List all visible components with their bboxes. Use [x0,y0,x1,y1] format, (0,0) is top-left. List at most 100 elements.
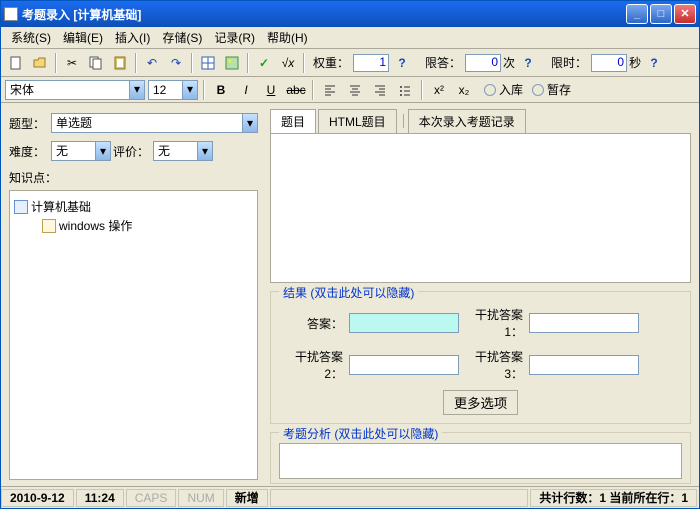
menu-insert[interactable]: 插入(I) [109,27,156,48]
analysis-editor[interactable] [279,443,682,479]
font-combo[interactable]: 宋体▾ [5,80,145,100]
help-answer-icon[interactable]: ? [517,52,539,74]
title-bar: 考题录入 [计算机基础] _ □ ✕ [1,1,699,27]
difficulty-value: 无 [52,142,68,160]
limit-time-label: 限时： [551,54,587,71]
weight-label: 权重： [313,54,349,71]
tree-child-label: windows 操作 [59,217,132,234]
separator [191,53,193,73]
type-label: 题型： [9,115,51,132]
separator [203,80,205,100]
separator [247,53,249,73]
separator [403,114,404,128]
italic-icon[interactable]: I [235,79,257,101]
limit-answer-unit: 次 [503,54,515,71]
help-weight-icon[interactable]: ? [391,52,413,74]
tree-root[interactable]: 计算机基础 [14,197,253,216]
separator [135,53,137,73]
rating-value: 无 [154,142,170,160]
help-time-icon[interactable]: ? [643,52,665,74]
cut-icon[interactable]: ✂ [61,52,83,74]
separator [303,53,305,73]
distract1-label: 干扰答案1： [459,306,529,340]
tree-child[interactable]: windows 操作 [14,216,253,235]
rating-label: 评价： [111,143,153,160]
menu-record[interactable]: 记录(R) [208,27,261,48]
distract2-input[interactable] [349,355,459,375]
result-group: 结果 (双击此处可以隐藏) 答案： 干扰答案1： 干扰答案2： 干扰答案3： 更… [270,291,691,424]
app-window: 考题录入 [计算机基础] _ □ ✕ 系统(S) 编辑(E) 插入(I) 存储(… [0,0,700,509]
subscript-icon[interactable]: x₂ [453,79,475,101]
menu-bar: 系统(S) 编辑(E) 插入(I) 存储(S) 记录(R) 帮助(H) [1,27,699,49]
status-date: 2010-9-12 [1,489,74,507]
distract3-label: 干扰答案3： [459,348,529,382]
answer-input[interactable] [349,313,459,333]
limit-answer-input[interactable]: 0 [465,54,501,72]
underline-icon[interactable]: U [260,79,282,101]
chevron-down-icon: ▾ [242,114,257,132]
chevron-down-icon: ▾ [182,81,197,99]
align-left-icon[interactable] [319,79,341,101]
store-radio[interactable] [484,84,496,96]
tab-html[interactable]: HTML题目 [318,109,397,133]
type-combo[interactable]: 单选题 ▾ [51,113,258,133]
check-icon[interactable]: ✓ [253,52,275,74]
image-icon[interactable] [221,52,243,74]
left-panel: 题型： 单选题▾ 难度： 无▾ 评价： 无▾ 知识点： 计算机基础 window… [1,103,266,486]
menu-save[interactable]: 存储(S) [156,27,208,48]
open-icon[interactable] [29,52,51,74]
tab-bar: 题目 HTML题目 本次录入考题记录 [270,109,691,133]
limit-time-input[interactable]: 0 [591,54,627,72]
strike-icon[interactable]: abc [285,79,307,101]
body-area: 题型： 单选题▾ 难度： 无▾ 评价： 无▾ 知识点： 计算机基础 window… [1,103,699,486]
page-icon [42,219,56,233]
difficulty-combo[interactable]: 无▾ [51,141,111,161]
undo-icon[interactable]: ↶ [141,52,163,74]
analysis-caption[interactable]: 考题分析 (双击此处可以隐藏) [279,425,442,442]
new-icon[interactable] [5,52,27,74]
status-num: NUM [178,489,223,507]
tab-question[interactable]: 题目 [270,109,316,133]
paste-icon[interactable] [109,52,131,74]
minimize-button[interactable]: _ [626,4,648,24]
align-center-icon[interactable] [344,79,366,101]
result-caption[interactable]: 结果 (双击此处可以隐藏) [279,284,418,301]
right-panel: 题目 HTML题目 本次录入考题记录 结果 (双击此处可以隐藏) 答案： 干扰答… [266,103,699,486]
status-bar: 2010-9-12 11:24 CAPS NUM 新增 共计行数：1 当前所在行… [1,486,699,508]
tree-root-label: 计算机基础 [31,198,91,215]
distract1-input[interactable] [529,313,639,333]
weight-input[interactable]: 1 [353,54,389,72]
status-rows: 共计行数：1 当前所在行：1 [530,489,697,507]
bullet-icon[interactable] [394,79,416,101]
more-options-button[interactable]: 更多选项 [443,390,518,415]
bold-icon[interactable]: B [210,79,232,101]
limit-answer-label: 限答： [425,54,461,71]
maximize-button[interactable]: □ [650,4,672,24]
close-button[interactable]: ✕ [674,4,696,24]
menu-edit[interactable]: 编辑(E) [57,27,109,48]
question-editor[interactable] [270,133,691,283]
font-value: 宋体 [10,81,34,98]
menu-system[interactable]: 系统(S) [5,27,57,48]
answer-label: 答案： [279,315,349,332]
toolbar-main: ✂ ↶ ↷ ✓ √x 权重： 1 ? 限答： 0 次 ? 限时： 0 秒 ? [1,49,699,77]
align-right-icon[interactable] [369,79,391,101]
size-combo[interactable]: 12▾ [148,80,198,100]
window-title: 考题录入 [计算机基础] [22,6,624,23]
grid-icon[interactable] [197,52,219,74]
type-value: 单选题 [52,114,92,132]
formula-icon[interactable]: √x [277,52,299,74]
menu-help[interactable]: 帮助(H) [261,27,314,48]
difficulty-label: 难度： [9,143,51,160]
distract2-label: 干扰答案2： [279,348,349,382]
temp-radio[interactable] [532,84,544,96]
status-time: 11:24 [76,489,124,507]
superscript-icon[interactable]: x² [428,79,450,101]
redo-icon[interactable]: ↷ [165,52,187,74]
store-label: 入库 [499,81,523,98]
rating-combo[interactable]: 无▾ [153,141,213,161]
distract3-input[interactable] [529,355,639,375]
tab-history[interactable]: 本次录入考题记录 [408,109,526,133]
copy-icon[interactable] [85,52,107,74]
knowledge-tree[interactable]: 计算机基础 windows 操作 [9,190,258,480]
